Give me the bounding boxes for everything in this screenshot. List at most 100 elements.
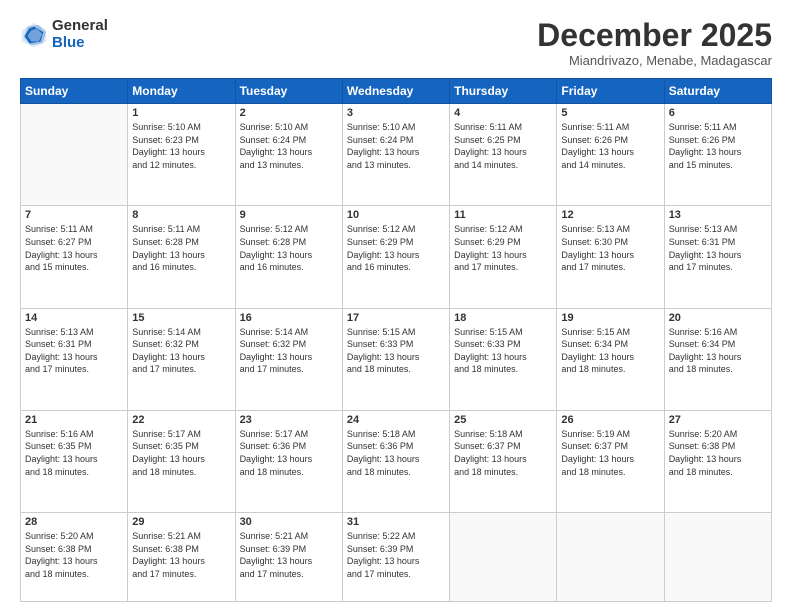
day-number: 14: [25, 312, 123, 324]
table-row: 5 Sunrise: 5:11 AM Sunset: 6:26 PM Daylig…: [557, 104, 664, 206]
day-number: 31: [347, 516, 445, 528]
day-number: 24: [347, 414, 445, 426]
day-number: 19: [561, 312, 659, 324]
table-row: 1 Sunrise: 5:10 AM Sunset: 6:23 PM Daylig…: [128, 104, 235, 206]
day-info: Sunrise: 5:20 AM Sunset: 6:38 PM Dayligh…: [669, 428, 767, 478]
day-info: Sunrise: 5:10 AM Sunset: 6:23 PM Dayligh…: [132, 121, 230, 171]
day-info: Sunrise: 5:18 AM Sunset: 6:37 PM Dayligh…: [454, 428, 552, 478]
col-saturday: Saturday: [664, 79, 771, 104]
day-number: 6: [669, 107, 767, 119]
table-row: 9Sunrise: 5:12 AM Sunset: 6:28 PM Daylig…: [235, 206, 342, 308]
table-row: 3 Sunrise: 5:10 AM Sunset: 6:24 PM Daylig…: [342, 104, 449, 206]
day-info: Sunrise: 5:15 AM Sunset: 6:34 PM Dayligh…: [561, 326, 659, 376]
day-number: 8: [132, 209, 230, 221]
day-number: 5: [561, 107, 659, 119]
day-info: Sunrise: 5:12 AM Sunset: 6:29 PM Dayligh…: [454, 223, 552, 273]
header: General Blue December 2025 Miandrivazo, …: [20, 18, 772, 68]
table-row: 26Sunrise: 5:19 AM Sunset: 6:37 PM Dayli…: [557, 410, 664, 512]
day-info: Sunrise: 5:13 AM Sunset: 6:30 PM Dayligh…: [561, 223, 659, 273]
day-info: Sunrise: 5:17 AM Sunset: 6:36 PM Dayligh…: [240, 428, 338, 478]
day-info: Sunrise: 5:13 AM Sunset: 6:31 PM Dayligh…: [669, 223, 767, 273]
table-row: 20 Sunrise: 5:16 AM Sunset: 6:34 PM Dayli…: [664, 308, 771, 410]
day-info: Sunrise: 5:11 AM Sunset: 6:25 PM Dayligh…: [454, 121, 552, 171]
day-info: Sunrise: 5:11 AM Sunset: 6:26 PM Dayligh…: [669, 121, 767, 171]
day-info: Sunrise: 5:17 AM Sunset: 6:35 PM Dayligh…: [132, 428, 230, 478]
calendar-page: General Blue December 2025 Miandrivazo, …: [0, 0, 792, 612]
day-info: Sunrise: 5:10 AM Sunset: 6:24 PM Dayligh…: [240, 121, 338, 171]
table-row: [664, 513, 771, 602]
day-number: 22: [132, 414, 230, 426]
table-row: 14 Sunrise: 5:13 AM Sunset: 6:31 PM Dayli…: [21, 308, 128, 410]
day-number: 18: [454, 312, 552, 324]
day-info: Sunrise: 5:11 AM Sunset: 6:26 PM Dayligh…: [561, 121, 659, 171]
day-info: Sunrise: 5:10 AM Sunset: 6:24 PM Dayligh…: [347, 121, 445, 171]
day-number: 1: [132, 107, 230, 119]
day-info: Sunrise: 5:21 AM Sunset: 6:39 PM Dayligh…: [240, 530, 338, 580]
day-info: Sunrise: 5:14 AM Sunset: 6:32 PM Dayligh…: [240, 326, 338, 376]
table-row: 17 Sunrise: 5:15 AM Sunset: 6:33 PM Dayli…: [342, 308, 449, 410]
logo-text: General Blue: [52, 18, 108, 51]
table-row: [450, 513, 557, 602]
day-info: Sunrise: 5:16 AM Sunset: 6:35 PM Dayligh…: [25, 428, 123, 478]
calendar-table: Sunday Monday Tuesday Wednesday Thursday…: [20, 78, 772, 602]
table-row: 16 Sunrise: 5:14 AM Sunset: 6:32 PM Dayli…: [235, 308, 342, 410]
day-info: Sunrise: 5:13 AM Sunset: 6:31 PM Dayligh…: [25, 326, 123, 376]
day-info: Sunrise: 5:18 AM Sunset: 6:36 PM Dayligh…: [347, 428, 445, 478]
col-wednesday: Wednesday: [342, 79, 449, 104]
day-number: 10: [347, 209, 445, 221]
logo-icon: [20, 21, 48, 49]
title-section: December 2025 Miandrivazo, Menabe, Madag…: [537, 18, 772, 68]
location-subtitle: Miandrivazo, Menabe, Madagascar: [537, 53, 772, 68]
day-info: Sunrise: 5:14 AM Sunset: 6:32 PM Dayligh…: [132, 326, 230, 376]
table-row: 21 Sunrise: 5:16 AM Sunset: 6:35 PM Dayli…: [21, 410, 128, 512]
table-row: 10 Sunrise: 5:12 AM Sunset: 6:29 PM Dayli…: [342, 206, 449, 308]
logo-blue: Blue: [52, 35, 108, 52]
month-title: December 2025: [537, 18, 772, 53]
day-number: 7: [25, 209, 123, 221]
table-row: 6 Sunrise: 5:11 AM Sunset: 6:26 PM Daylig…: [664, 104, 771, 206]
day-number: 21: [25, 414, 123, 426]
day-number: 30: [240, 516, 338, 528]
table-row: 15 Sunrise: 5:14 AM Sunset: 6:32 PM Dayli…: [128, 308, 235, 410]
table-row: 2 Sunrise: 5:10 AM Sunset: 6:24 PM Daylig…: [235, 104, 342, 206]
day-info: Sunrise: 5:21 AM Sunset: 6:38 PM Dayligh…: [132, 530, 230, 580]
day-number: 23: [240, 414, 338, 426]
table-row: 12Sunrise: 5:13 AM Sunset: 6:30 PM Dayli…: [557, 206, 664, 308]
table-row: 7 Sunrise: 5:11 AM Sunset: 6:27 PM Daylig…: [21, 206, 128, 308]
day-info: Sunrise: 5:11 AM Sunset: 6:27 PM Dayligh…: [25, 223, 123, 273]
table-row: [557, 513, 664, 602]
table-row: 19 Sunrise: 5:15 AM Sunset: 6:34 PM Dayli…: [557, 308, 664, 410]
table-row: 29 Sunrise: 5:21 AM Sunset: 6:38 PM Dayli…: [128, 513, 235, 602]
day-number: 4: [454, 107, 552, 119]
col-monday: Monday: [128, 79, 235, 104]
day-number: 25: [454, 414, 552, 426]
day-info: Sunrise: 5:11 AM Sunset: 6:28 PM Dayligh…: [132, 223, 230, 273]
logo: General Blue: [20, 18, 108, 51]
day-info: Sunrise: 5:16 AM Sunset: 6:34 PM Dayligh…: [669, 326, 767, 376]
day-number: 15: [132, 312, 230, 324]
col-sunday: Sunday: [21, 79, 128, 104]
day-number: 3: [347, 107, 445, 119]
table-row: 31 Sunrise: 5:22 AM Sunset: 6:39 PM Dayli…: [342, 513, 449, 602]
day-number: 27: [669, 414, 767, 426]
table-row: 4 Sunrise: 5:11 AM Sunset: 6:25 PM Daylig…: [450, 104, 557, 206]
calendar-header-row: Sunday Monday Tuesday Wednesday Thursday…: [21, 79, 772, 104]
day-number: 9: [240, 209, 338, 221]
day-number: 26: [561, 414, 659, 426]
logo-general: General: [52, 18, 108, 35]
table-row: 25 Sunrise: 5:18 AM Sunset: 6:37 PM Dayli…: [450, 410, 557, 512]
col-thursday: Thursday: [450, 79, 557, 104]
table-row: 22 Sunrise: 5:17 AM Sunset: 6:35 PM Dayli…: [128, 410, 235, 512]
day-info: Sunrise: 5:12 AM Sunset: 6:29 PM Dayligh…: [347, 223, 445, 273]
table-row: 27 Sunrise: 5:20 AM Sunset: 6:38 PM Dayli…: [664, 410, 771, 512]
day-info: Sunrise: 5:15 AM Sunset: 6:33 PM Dayligh…: [347, 326, 445, 376]
day-number: 17: [347, 312, 445, 324]
day-number: 16: [240, 312, 338, 324]
day-number: 2: [240, 107, 338, 119]
col-friday: Friday: [557, 79, 664, 104]
day-number: 13: [669, 209, 767, 221]
day-info: Sunrise: 5:22 AM Sunset: 6:39 PM Dayligh…: [347, 530, 445, 580]
table-row: 13 Sunrise: 5:13 AM Sunset: 6:31 PM Dayli…: [664, 206, 771, 308]
day-number: 29: [132, 516, 230, 528]
day-number: 20: [669, 312, 767, 324]
